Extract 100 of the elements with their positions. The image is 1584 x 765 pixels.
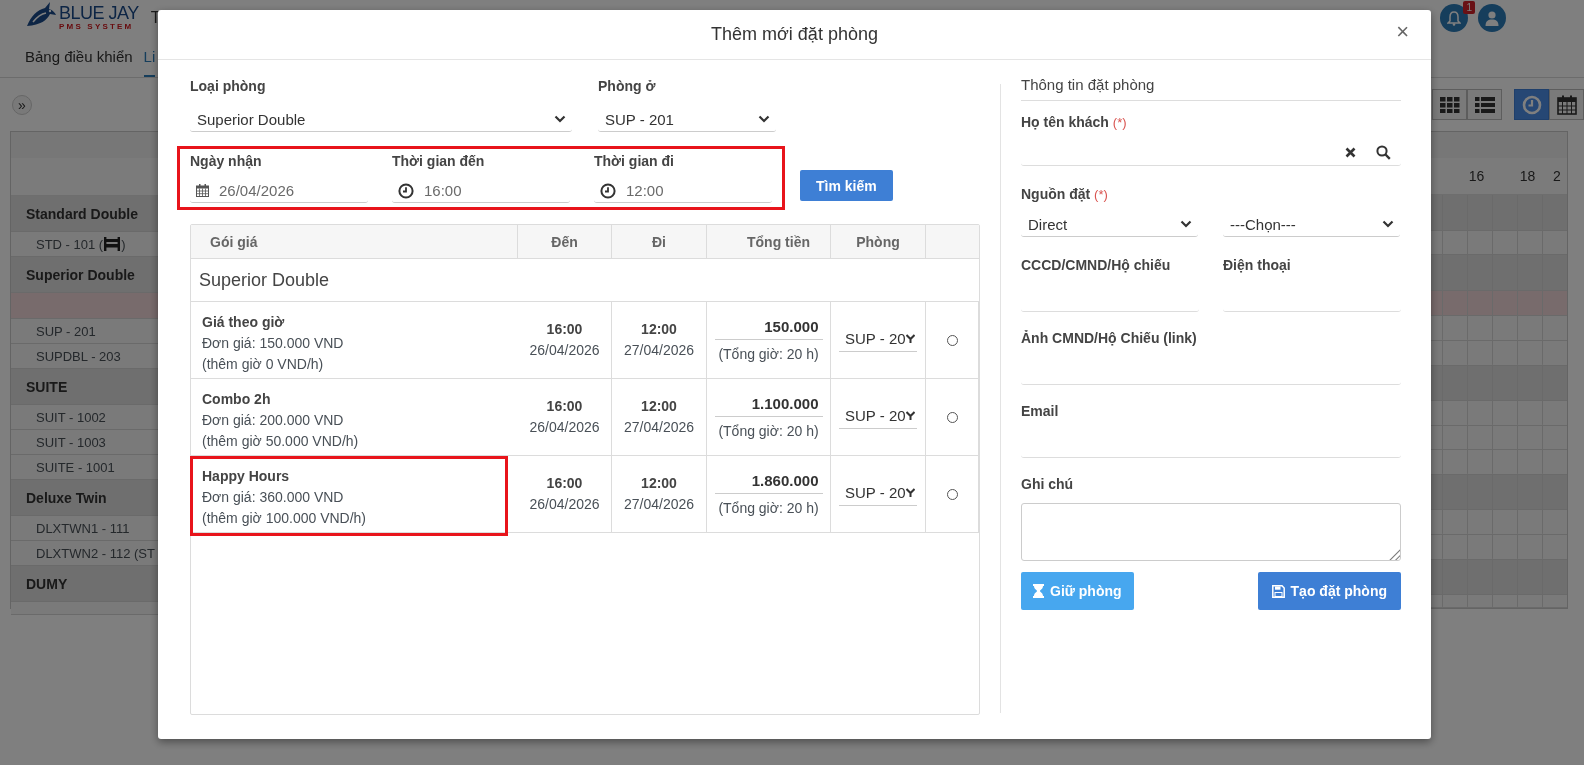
- chevron-down-icon: [554, 115, 566, 123]
- room-label: SUIT - 1002: [36, 409, 106, 425]
- room-select[interactable]: SUP - 20: [839, 482, 917, 506]
- calendar-view-button[interactable]: [1549, 89, 1584, 120]
- field-label: Nguồn đặt (*): [1021, 186, 1108, 202]
- grid-icon: [1439, 96, 1460, 113]
- grid-view-button[interactable]: [1432, 89, 1467, 120]
- user-menu-button[interactable]: [1478, 4, 1506, 32]
- package-name: Happy Hours: [202, 467, 291, 486]
- radio-button[interactable]: [946, 334, 958, 346]
- field-label: Phòng ở: [598, 78, 657, 94]
- field-label: Ảnh CMND/Hộ Chiếu (link): [1021, 330, 1197, 346]
- total-field[interactable]: 1.100.000: [714, 392, 823, 417]
- date-field[interactable]: 26/04/2026: [190, 179, 368, 203]
- room-label: SUP - 201: [36, 323, 96, 339]
- radio-button[interactable]: [946, 411, 958, 423]
- room-label: SUPDBL - 203: [36, 348, 121, 364]
- room-select[interactable]: SUP - 20: [839, 328, 917, 352]
- list-view-button[interactable]: [1467, 89, 1502, 120]
- chevron-down-icon: [758, 115, 770, 123]
- total-hours: (Tổng giờ: 20 h): [718, 344, 819, 364]
- departure-date: 27/04/2026: [623, 495, 695, 514]
- room-type-heading: Superior Double: [199, 269, 330, 291]
- room-type-label: Superior Double: [26, 266, 135, 283]
- section-title: Thông tin đặt phòng: [1021, 76, 1401, 101]
- room-label: SUIT - 1003: [36, 434, 106, 450]
- time-field[interactable]: 16:00: [392, 179, 570, 203]
- hour-label: 2: [1553, 167, 1562, 184]
- select-field[interactable]: Superior Double: [190, 107, 572, 132]
- field-label: Loại phòng: [190, 78, 267, 94]
- select-field[interactable]: Direct: [1021, 212, 1198, 237]
- chevron-down-icon: [1180, 220, 1192, 228]
- package-name: Giá theo giờ: [202, 313, 286, 332]
- bell-icon: [1447, 10, 1461, 26]
- clear-icon[interactable]: [1345, 147, 1356, 158]
- notification-badge: 1: [1463, 1, 1475, 14]
- field-label: CCCD/CMND/Hộ chiếu: [1021, 257, 1172, 273]
- arrival-date: 26/04/2026: [529, 495, 600, 514]
- caret-icon: [906, 334, 915, 343]
- nav-tab[interactable]: Bảng điều khiển: [25, 40, 133, 77]
- extra-hour-price: (thêm giờ 0 VND/h): [202, 355, 325, 374]
- field-label: Ghi chú: [1021, 476, 1074, 492]
- unit-price: Đơn giá: 360.000 VND: [202, 488, 345, 507]
- expand-button[interactable]: »: [12, 94, 32, 115]
- close-button[interactable]: ×: [1392, 21, 1413, 43]
- column-header: Phòng: [831, 225, 926, 259]
- radio-button[interactable]: [946, 488, 958, 500]
- caret-icon: [906, 488, 915, 497]
- unit-price: Đơn giá: 200.000 VND: [202, 411, 345, 430]
- chevron-down-icon: [1382, 220, 1394, 228]
- notification-button[interactable]: [1440, 4, 1468, 32]
- user-icon: [1485, 10, 1499, 26]
- list-icon: [1474, 96, 1495, 113]
- select-field[interactable]: ---Chọn---: [1223, 212, 1400, 237]
- note-field[interactable]: [1021, 503, 1401, 561]
- extra-hour-price: (thêm giờ 50.000 VND/h): [202, 432, 360, 451]
- extra-hour-price: (thêm giờ 100.000 VND/h): [202, 509, 368, 528]
- room-label: DLXTWN2 - 112 (ST: [36, 545, 155, 561]
- hourglass-icon: [1033, 584, 1044, 598]
- arrival-date: 26/04/2026: [529, 341, 600, 360]
- room-type-label: Deluxe Twin: [26, 489, 107, 506]
- departure-date: 27/04/2026: [623, 418, 695, 437]
- clock-icon: [1521, 94, 1542, 115]
- room-label: STD - 101 ( ): [36, 236, 126, 252]
- hour-label: 18: [1518, 167, 1537, 184]
- arrival-date: 26/04/2026: [529, 418, 600, 437]
- arrival-time: 16:00: [546, 397, 583, 416]
- room-type-label: Standard Double: [26, 205, 138, 222]
- column-header: Đến: [518, 225, 612, 259]
- column-header: Gói giá: [191, 225, 518, 259]
- total-field[interactable]: 150.000: [714, 315, 823, 340]
- departure-time: 12:00: [641, 474, 677, 493]
- clock-icon: [398, 182, 414, 199]
- total-hours: (Tổng giờ: 20 h): [718, 421, 819, 441]
- dialog-title: Thêm mới đặt phòng: [711, 24, 878, 45]
- room-select[interactable]: SUP - 20: [839, 405, 917, 429]
- total-field[interactable]: 1.860.000: [714, 469, 823, 494]
- departure-time: 12:00: [641, 320, 677, 339]
- room-type-label: SUITE: [26, 378, 68, 395]
- search-icon[interactable]: [1376, 145, 1391, 160]
- total-hours: (Tổng giờ: 20 h): [718, 498, 819, 518]
- field-label: Điện thoại: [1223, 257, 1292, 273]
- column-header: Tổng tiền: [707, 225, 831, 259]
- field-label: Thời gian đến: [392, 153, 486, 169]
- select-field[interactable]: SUP - 201: [598, 107, 776, 132]
- logo-title: BLUE JAY: [59, 4, 139, 22]
- departure-time: 12:00: [641, 397, 677, 416]
- field-label: Email: [1021, 403, 1059, 419]
- field-label: Ngày nhận: [190, 153, 263, 169]
- calendar-icon: [1556, 94, 1577, 115]
- calendar-icon: [196, 184, 209, 197]
- time-field[interactable]: 12:00: [594, 179, 772, 203]
- clock-view-button[interactable]: [1514, 89, 1549, 120]
- bed-icon: [104, 237, 121, 251]
- arrival-time: 16:00: [546, 474, 583, 493]
- search-button[interactable]: Tìm kiếm: [800, 170, 893, 201]
- unit-price: Đơn giá: 150.000 VND: [202, 334, 345, 353]
- room-type-label: DUMY: [26, 575, 68, 592]
- create-booking-button[interactable]: Tạo đặt phòng: [1257, 572, 1401, 610]
- field-label: Họ tên khách (*): [1021, 114, 1127, 130]
